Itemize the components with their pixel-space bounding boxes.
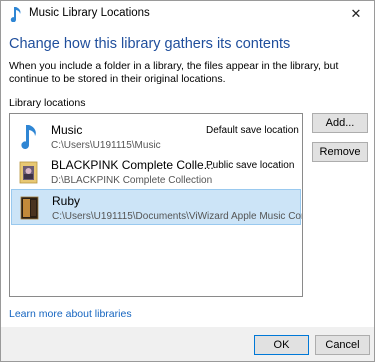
learn-more-link[interactable]: Learn more about libraries (9, 308, 132, 320)
library-locations-list[interactable]: Music C:\Users\U191115\Music Default sav… (9, 113, 303, 297)
cancel-button[interactable]: Cancel (315, 335, 370, 355)
add-button[interactable]: Add... (312, 113, 368, 133)
location-name: BLACKPINK Complete Colle... (51, 158, 214, 172)
ok-button[interactable]: OK (254, 335, 309, 355)
location-status: Default save location (206, 125, 299, 136)
list-item-music[interactable]: Music C:\Users\U191115\Music Default sav… (11, 119, 301, 155)
dark-folder-icon (20, 194, 40, 220)
close-button[interactable]: ✕ (338, 1, 374, 27)
remove-button[interactable]: Remove (312, 142, 368, 162)
music-note-icon (19, 123, 39, 150)
page-title: Change how this library gathers its cont… (9, 36, 291, 52)
dialog-footer: OK Cancel (1, 327, 374, 361)
location-name: Music (51, 123, 83, 137)
location-status: Public save location (206, 160, 295, 171)
location-path: C:\Users\U191115\Music (51, 140, 161, 151)
music-library-locations-dialog: Music Library Locations ✕ Change how thi… (0, 0, 375, 362)
description-text: When you include a folder in a library, … (9, 60, 339, 85)
location-name: Ruby (52, 194, 81, 208)
location-path: D:\BLACKPINK Complete Collection (51, 175, 213, 186)
list-item-blackpink[interactable]: BLACKPINK Complete Colle... D:\BLACKPINK… (11, 154, 301, 190)
title-bar: Music Library Locations ✕ (1, 1, 374, 27)
library-locations-label: Library locations (9, 97, 86, 109)
album-folder-icon (19, 158, 39, 184)
window-title: Music Library Locations (29, 7, 150, 19)
location-path: C:\Users\U191115\Documents\ViWizard Appl… (52, 211, 302, 222)
music-note-icon (9, 6, 23, 23)
list-item-ruby[interactable]: Ruby C:\Users\U191115\Documents\ViWizard… (11, 189, 302, 225)
